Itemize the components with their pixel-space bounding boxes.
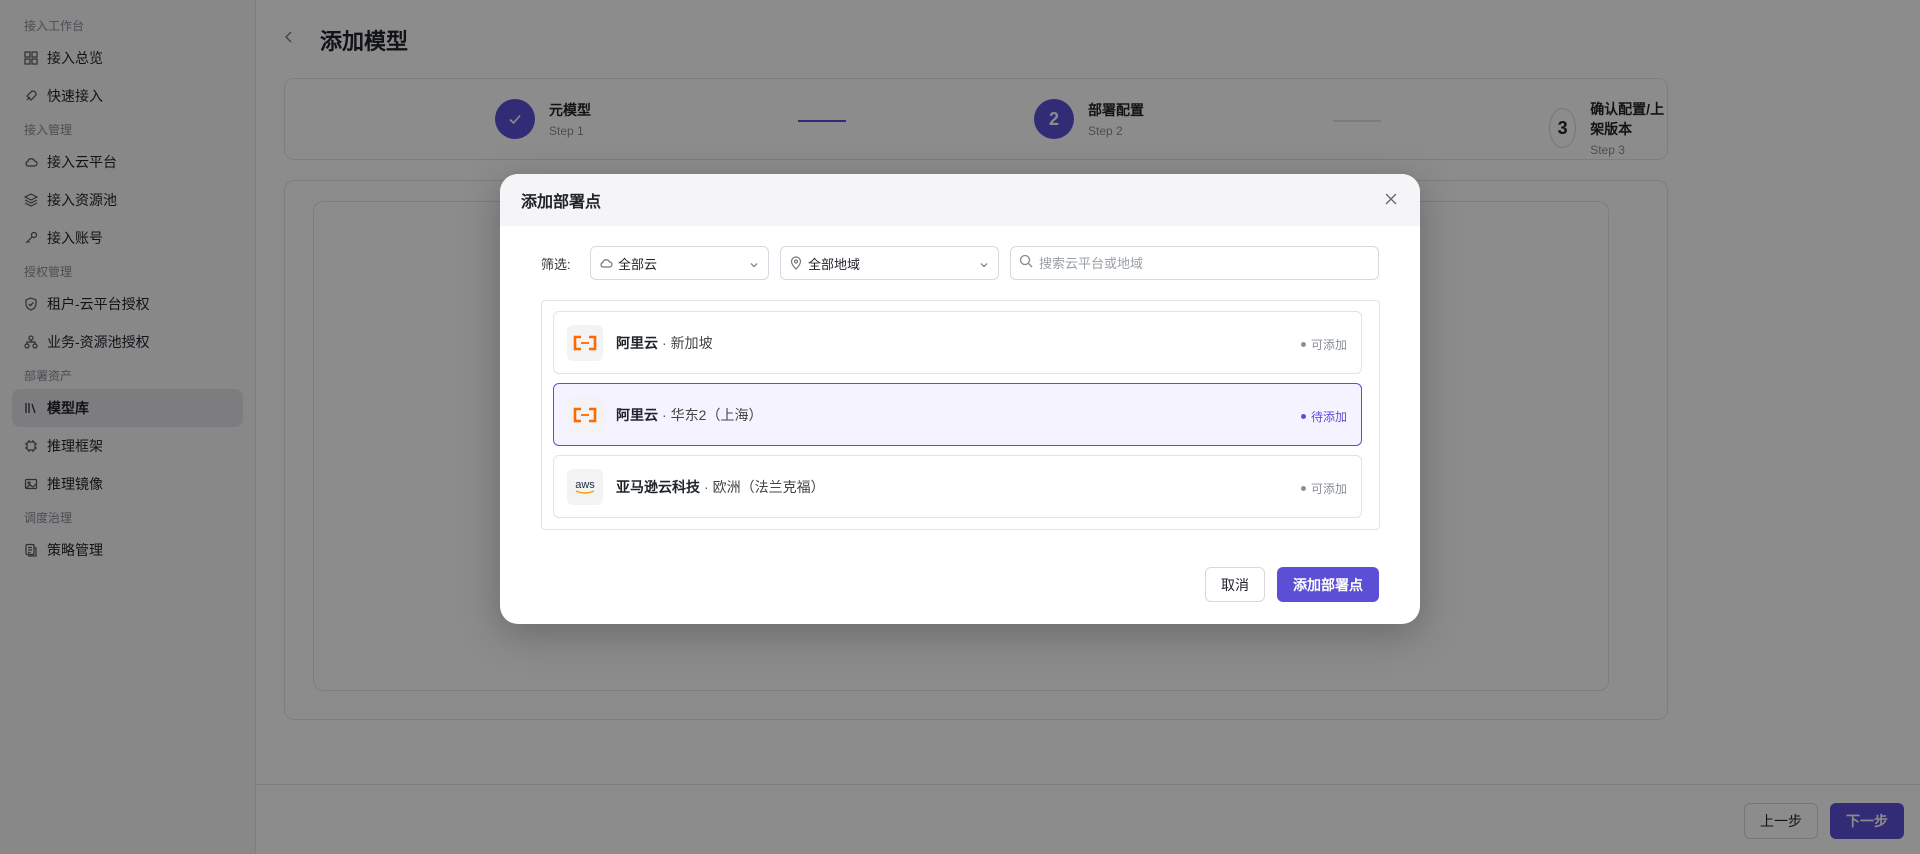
provider-name: 亚马逊云科技 xyxy=(616,478,700,495)
status-text: 待添加 xyxy=(1310,410,1347,424)
status-badge: 可添加 xyxy=(1300,336,1347,353)
cloud-icon xyxy=(599,256,613,270)
close-button[interactable] xyxy=(1382,190,1400,208)
svg-text:aws: aws xyxy=(575,479,595,491)
aliyun-logo xyxy=(567,324,603,361)
deployment-point-list: 阿里云 · 新加坡 可添加 阿里云 · 华东2（上海） 待添加 aws 亚马逊云… xyxy=(541,300,1380,530)
dialog-title: 添加部署点 xyxy=(521,194,602,211)
dialog-header: 添加部署点 xyxy=(500,174,1420,226)
chevron-down-icon xyxy=(979,258,989,273)
region-filter-value: 全部地域 xyxy=(808,256,861,272)
status-badge: 待添加 xyxy=(1300,408,1347,425)
region-filter-select[interactable]: 全部地域 xyxy=(780,246,999,280)
status-badge: 可添加 xyxy=(1300,480,1347,497)
status-dot xyxy=(1300,414,1306,419)
location-pin-icon xyxy=(789,256,803,270)
filter-label: 筛选: xyxy=(541,257,571,272)
search-box[interactable] xyxy=(1010,246,1379,280)
provider-name: 阿里云 xyxy=(616,334,658,351)
status-text: 可添加 xyxy=(1310,482,1347,496)
search-input[interactable] xyxy=(1039,255,1359,271)
add-deployment-point-dialog: 添加部署点 筛选: 全部云 全部地域 阿里云 · 新加坡 可添加 xyxy=(500,174,1420,624)
region-name: 欧洲（法兰克福） xyxy=(712,478,825,495)
list-item[interactable]: aws 亚马逊云科技 · 欧洲（法兰克福） 可添加 xyxy=(553,455,1362,518)
separator: · xyxy=(662,406,667,423)
aliyun-logo xyxy=(567,396,603,433)
cancel-button[interactable]: 取消 xyxy=(1205,567,1265,602)
region-name: 新加坡 xyxy=(670,334,713,351)
provider-name: 阿里云 xyxy=(616,406,658,423)
search-icon xyxy=(1019,254,1033,273)
list-item[interactable]: 阿里云 · 新加坡 可添加 xyxy=(553,311,1362,374)
add-deployment-point-button[interactable]: 添加部署点 xyxy=(1277,567,1379,602)
region-name: 华东2（上海） xyxy=(670,406,763,423)
cloud-filter-select[interactable]: 全部云 xyxy=(590,246,769,280)
chevron-down-icon xyxy=(749,258,759,273)
status-text: 可添加 xyxy=(1310,338,1347,352)
status-dot xyxy=(1300,342,1306,347)
list-item[interactable]: 阿里云 · 华东2（上海） 待添加 xyxy=(553,383,1362,446)
close-icon xyxy=(1385,193,1397,205)
cloud-filter-value: 全部云 xyxy=(618,256,658,272)
status-dot xyxy=(1300,486,1306,491)
separator: · xyxy=(704,478,709,495)
separator: · xyxy=(662,334,667,351)
aws-logo: aws xyxy=(567,468,603,505)
